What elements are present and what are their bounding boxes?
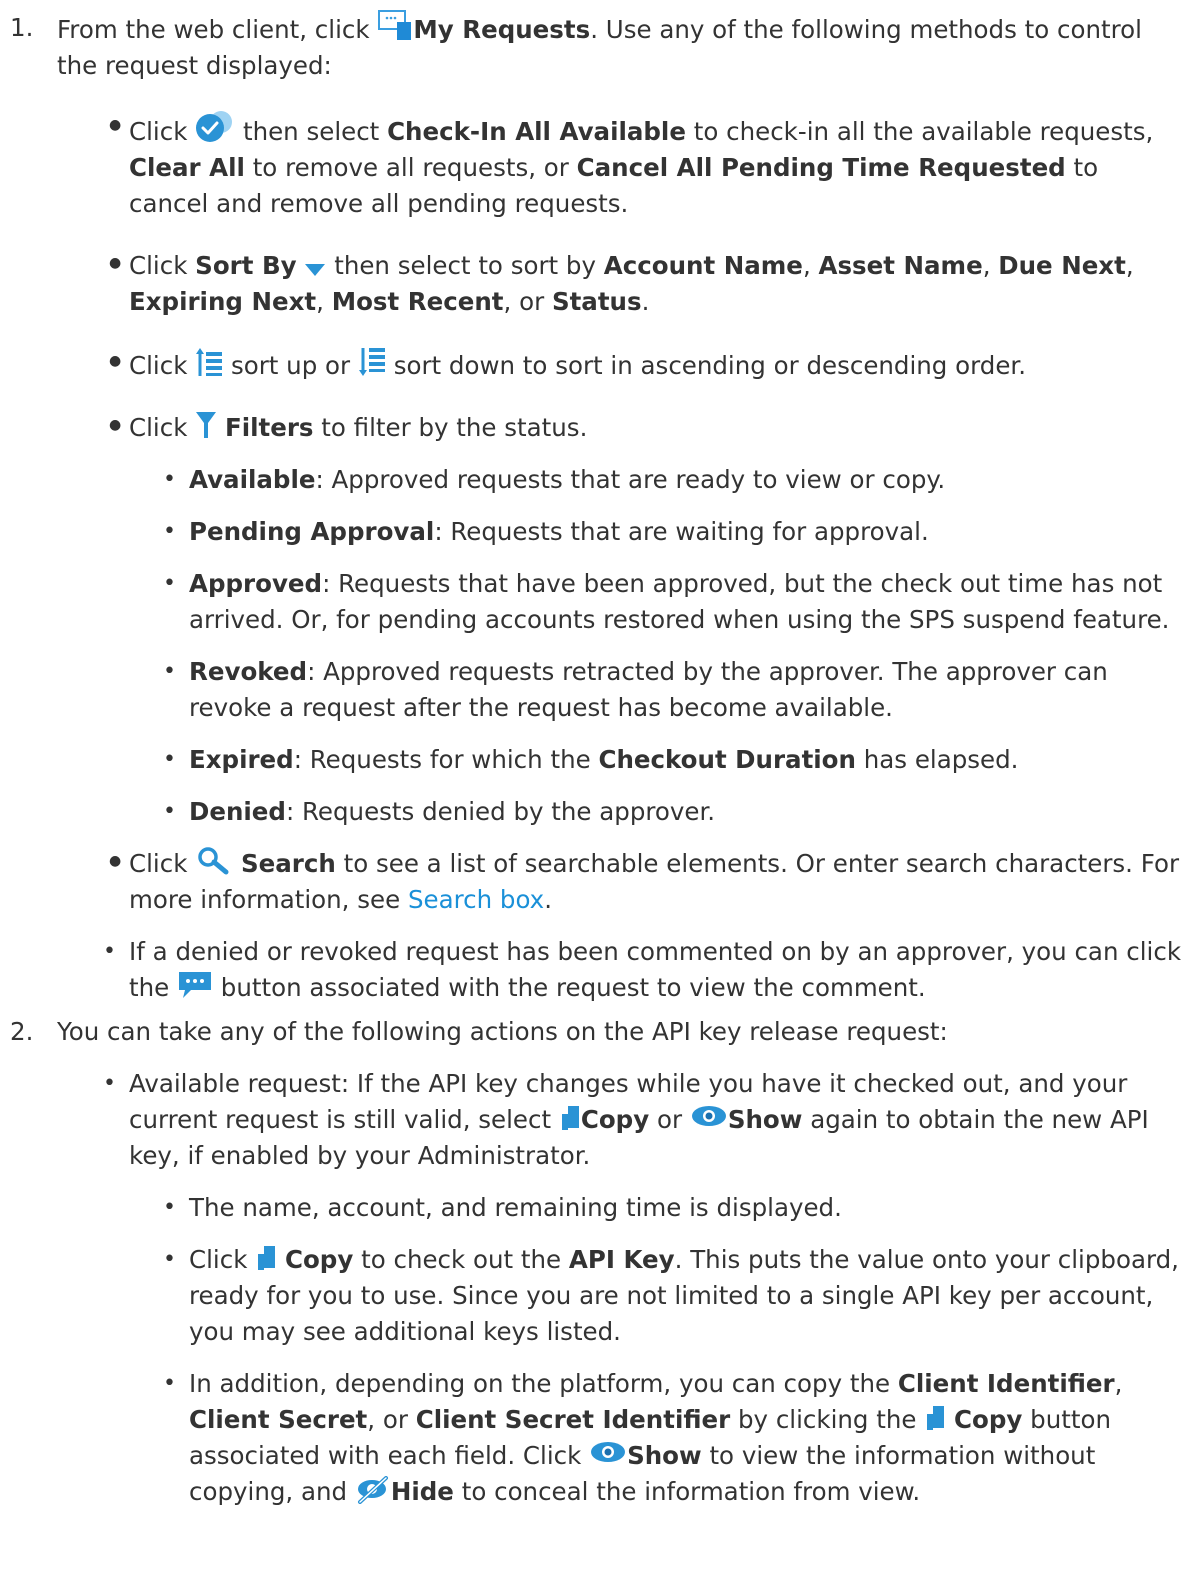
copy-icon[interactable]	[255, 1244, 277, 1272]
bullet: ●	[109, 117, 122, 133]
list-item-search: ● Click Search to see a list of searchab…	[109, 846, 1181, 918]
bullet: •	[163, 1371, 176, 1396]
sub-item-copy: • Click Copy to check out the API Key. T…	[163, 1242, 1181, 1350]
checkin-menu-icon[interactable]	[195, 110, 235, 144]
comment-icon[interactable]	[177, 970, 213, 1000]
show-label: Show	[727, 1105, 803, 1134]
steps-list: 1. From the web client, click My Request…	[10, 10, 1181, 1510]
filter-icon[interactable]	[195, 410, 217, 440]
status-list: • Available: Approved requests that are …	[129, 462, 1181, 830]
show-eye-icon[interactable]	[589, 1440, 627, 1468]
status-item-revoked: • Revoked: Approved requests retracted b…	[163, 654, 1181, 726]
bullet: •	[163, 747, 176, 772]
list-item-sortorder: ● Click sort up or sort down to sort in …	[109, 346, 1181, 384]
bullet: •	[163, 467, 176, 492]
sub-item-additional: • In addition, depending on the platform…	[163, 1366, 1181, 1510]
search-box-link[interactable]: Search box	[408, 885, 544, 914]
bullet: ●	[109, 255, 122, 271]
bullet: •	[163, 659, 176, 684]
step-text: From the web client, click	[57, 15, 378, 44]
bullet: •	[103, 939, 116, 964]
step-number: 2.	[10, 1017, 34, 1046]
list-item-comment: • If a denied or revoked request has bee…	[103, 934, 1181, 1006]
bullet: •	[163, 799, 176, 824]
status-item-available: • Available: Approved requests that are …	[163, 462, 1181, 498]
my-requests-icon	[377, 10, 413, 42]
bullet: ●	[109, 353, 122, 369]
hide-eye-icon[interactable]	[355, 1476, 391, 1504]
bullet: •	[163, 1247, 176, 1272]
sort-down-icon[interactable]	[358, 346, 386, 378]
actions-list: • Available request: If the API key chan…	[57, 1066, 1181, 1510]
step-text: You can take any of the following action…	[57, 1017, 948, 1046]
sort-up-icon[interactable]	[195, 346, 223, 378]
bullet: •	[163, 519, 176, 544]
search-label: Search	[240, 849, 336, 878]
available-sublist: • The name, account, and remaining time …	[129, 1190, 1181, 1510]
list-item-filters: ● Click Filters to filter by the status.…	[109, 410, 1181, 830]
my-requests-label: My Requests	[413, 15, 591, 44]
status-item-approved: • Approved: Requests that have been appr…	[163, 566, 1181, 638]
clear-all-label: Clear All	[129, 153, 245, 182]
show-eye-icon[interactable]	[690, 1104, 728, 1132]
status-item-pending: • Pending Approval: Requests that are wa…	[163, 514, 1181, 550]
filters-label: Filters	[224, 413, 314, 442]
sub-item-displayed: • The name, account, and remaining time …	[163, 1190, 1181, 1226]
copy-icon[interactable]	[559, 1104, 581, 1132]
chevron-down-icon[interactable]	[304, 262, 326, 278]
list-item-checkin: ● Click then select Check-In All Availab…	[109, 110, 1181, 222]
list-item-available-request: • Available request: If the API key chan…	[103, 1066, 1181, 1510]
copy-label: Copy	[580, 1105, 650, 1134]
step-2: 2. You can take any of the following act…	[10, 1014, 1181, 1510]
step-1: 1. From the web client, click My Request…	[10, 10, 1181, 1006]
bullet: •	[103, 1071, 116, 1096]
bullet: ●	[109, 853, 122, 869]
step-number: 1.	[10, 13, 34, 42]
status-item-denied: • Denied: Requests denied by the approve…	[163, 794, 1181, 830]
search-icon[interactable]	[195, 846, 233, 876]
methods-list: ● Click then select Check-In All Availab…	[57, 110, 1181, 1006]
cancel-all-pending-label: Cancel All Pending Time Requested	[576, 153, 1066, 182]
bullet: •	[163, 1195, 176, 1220]
bullet: •	[163, 571, 176, 596]
sort-by-label: Sort By	[195, 251, 297, 280]
list-item-sortby: ● Click Sort By then select to sort by A…	[109, 248, 1181, 320]
bullet: ●	[109, 417, 122, 433]
copy-icon[interactable]	[924, 1404, 946, 1432]
document: 1. From the web client, click My Request…	[0, 0, 1195, 1510]
checkin-all-available-label: Check-In All Available	[387, 117, 686, 146]
status-item-expired: • Expired: Requests for which the Checko…	[163, 742, 1181, 778]
